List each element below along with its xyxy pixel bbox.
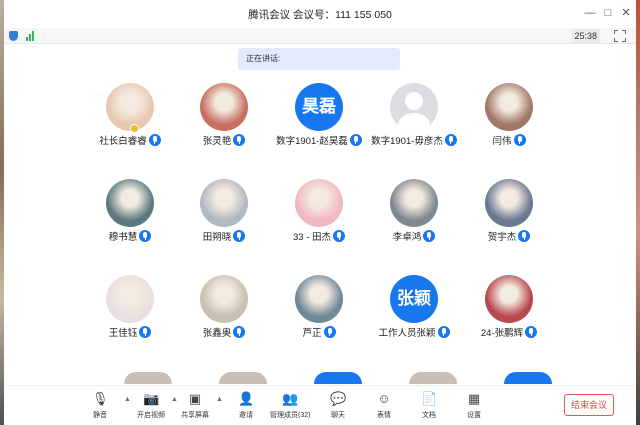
participant-name: 田朔晓 xyxy=(202,232,232,243)
emoji-icon: ☺ xyxy=(377,391,391,406)
participant-avatar-partial xyxy=(124,372,172,384)
participant-avatar xyxy=(295,179,343,227)
participant-avatar-partial xyxy=(504,372,552,384)
participant-name: 穆书慧 xyxy=(108,232,138,243)
meeting-toolbar: 🎙 静音 ▲ 📷 开启视频 ▲ ▣ 共享屏幕 ▲ 👤 邀请 👥 管理成员(32)… xyxy=(4,385,636,425)
microphone-icon: 🎙 xyxy=(92,391,109,406)
participant-name: 李卓鸿 xyxy=(392,232,422,243)
background-right-edge xyxy=(636,0,640,425)
participant-name: 数字1901-赵昊磊 xyxy=(276,136,348,147)
microphone-status-icon xyxy=(233,230,246,242)
participant-name: 闫伟 xyxy=(492,136,512,147)
microphone-status-icon xyxy=(139,326,152,338)
participant-tile[interactable]: 贺宇杰 xyxy=(439,176,579,256)
share-options-icon[interactable]: ▲ xyxy=(216,396,223,403)
microphone-status-icon xyxy=(525,326,538,338)
participant-name-row: 贺宇杰 xyxy=(439,229,579,243)
participant-name: 33 - 田杰 xyxy=(292,232,331,243)
mute-options-icon[interactable]: ▲ xyxy=(124,396,131,403)
participant-name-row: 闫伟 xyxy=(439,133,579,147)
share-screen-icon: ▣ xyxy=(188,391,202,406)
participant-name: 数字1901-毋彦杰 xyxy=(371,136,443,147)
signal-icon[interactable] xyxy=(26,31,38,41)
participant-avatar xyxy=(390,179,438,227)
participant-name: 社长白睿睿 xyxy=(99,136,147,147)
participant-name: 贺宇杰 xyxy=(487,232,517,243)
video-off-icon: 📷 xyxy=(143,391,160,406)
speaking-indicator: 正在讲话: xyxy=(238,48,400,70)
meeting-timer: 25:38 xyxy=(571,29,600,43)
participant-avatar xyxy=(106,275,154,323)
participant-name: 24-张鹏辉 xyxy=(480,328,524,339)
participant-name-row: 24-张鹏辉 xyxy=(439,325,579,339)
microphone-status-icon xyxy=(139,230,152,242)
chat-icon: 💬 xyxy=(330,391,347,406)
participant-avatar xyxy=(295,275,343,323)
members-icon: 👥 xyxy=(282,391,299,406)
participant-avatar xyxy=(390,83,438,131)
participant-avatar xyxy=(485,275,533,323)
participant-avatar-partial xyxy=(409,372,457,384)
document-icon: 📄 xyxy=(421,391,438,406)
window-title: 腾讯会议 会议号：111 155 050 xyxy=(248,9,392,21)
microphone-status-icon xyxy=(513,134,526,146)
status-bar: 25:38 xyxy=(4,28,636,44)
participant-avatar xyxy=(106,179,154,227)
share-screen-button[interactable]: ▣ 共享屏幕 xyxy=(175,391,215,420)
reaction-button[interactable]: ☺ 表情 xyxy=(364,391,404,420)
participant-name: 王佳钰 xyxy=(108,328,138,339)
title-bar: 腾讯会议 会议号：111 155 050 — □ ✕ xyxy=(4,0,636,28)
video-button[interactable]: 📷 开启视频 xyxy=(131,391,171,420)
maximize-icon[interactable]: □ xyxy=(600,5,616,21)
manage-members-button[interactable]: 👥 管理成员(32) xyxy=(270,391,310,420)
fullscreen-icon[interactable] xyxy=(613,29,627,43)
end-meeting-button[interactable]: 结束会议 xyxy=(564,394,614,416)
microphone-status-icon xyxy=(233,326,246,338)
participant-grid: 社长白睿睿 张灵艳 昊磊数字1901-赵昊磊 数字1901-毋彦杰 闫伟穆书慧 田朔晓 33… xyxy=(4,80,636,385)
microphone-status-icon xyxy=(423,230,436,242)
participant-avatar xyxy=(200,275,248,323)
settings-grid-icon: ▦ xyxy=(467,391,481,406)
chat-button[interactable]: 💬 聊天 xyxy=(318,391,358,420)
invite-icon: 👤 xyxy=(238,391,255,406)
docs-button[interactable]: 📄 文档 xyxy=(409,391,449,420)
participant-avatar xyxy=(485,179,533,227)
participant-name: 张灵艳 xyxy=(202,136,232,147)
participant-avatar-partial xyxy=(219,372,267,384)
participant-tile[interactable]: 闫伟 xyxy=(439,80,579,160)
microphone-status-icon xyxy=(323,326,336,338)
mute-button[interactable]: 🎙 静音 xyxy=(80,391,120,420)
settings-button[interactable]: ▦ 设置 xyxy=(454,391,494,420)
participant-avatar-partial xyxy=(314,372,362,384)
participant-avatar xyxy=(106,83,154,131)
close-icon[interactable]: ✕ xyxy=(618,5,634,21)
participant-avatar xyxy=(485,83,533,131)
participant-avatar xyxy=(200,83,248,131)
participant-name: 工作人员张颖 xyxy=(378,328,436,339)
participant-avatar xyxy=(200,179,248,227)
participant-tile[interactable]: 24-张鹏辉 xyxy=(439,272,579,352)
shield-icon[interactable] xyxy=(9,31,18,41)
invite-button[interactable]: 👤 邀请 xyxy=(226,391,266,420)
host-badge-icon xyxy=(130,124,139,133)
microphone-status-icon xyxy=(233,134,246,146)
participant-name: 张鑫奥 xyxy=(202,328,232,339)
participant-avatar: 昊磊 xyxy=(295,83,343,131)
participant-name: 芦正 xyxy=(302,328,322,339)
microphone-status-icon xyxy=(518,230,531,242)
minimize-icon[interactable]: — xyxy=(582,5,598,21)
participant-avatar: 张颖 xyxy=(390,275,438,323)
